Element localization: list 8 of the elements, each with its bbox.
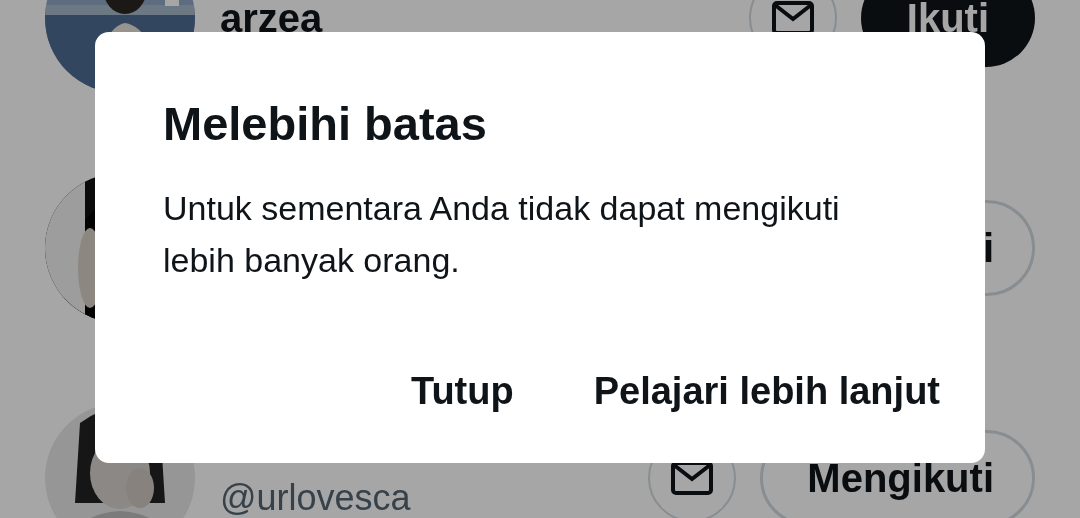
mail-icon xyxy=(771,1,814,35)
user-handle: @urlovesca xyxy=(220,478,412,518)
mail-icon xyxy=(671,461,714,495)
dialog-message: Untuk sementara Anda tidak dapat mengikuti lebih banyak orang. xyxy=(163,188,841,281)
dialog-button[interactable]: Tutup xyxy=(411,367,514,415)
dialog-title: Melebihi batas xyxy=(163,96,487,152)
user-name: arzea xyxy=(220,2,324,34)
dialog-button[interactable]: Pelajari lebih lanjut xyxy=(593,367,940,415)
